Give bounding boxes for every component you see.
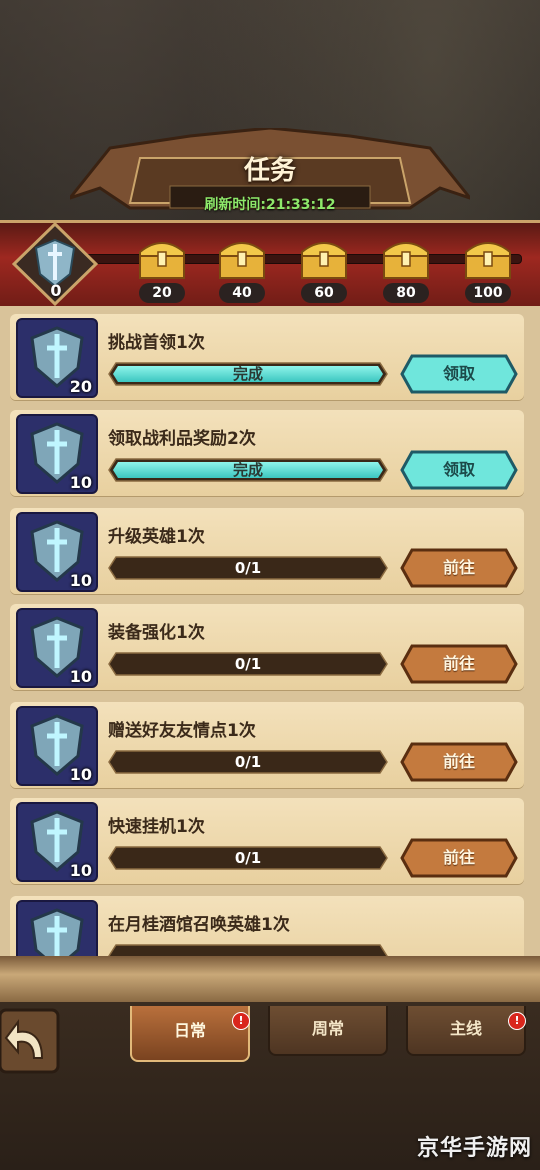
task-title: 领取战利品奖励2次 [108, 429, 256, 449]
alert-badge: ! [232, 1012, 250, 1030]
task-list[interactable]: 20 挑战首领1次 完成 领取 10 领取战利品奖励2次 完成 领取 10 升级英雄1次 0/1 前往… [0, 306, 540, 966]
chest-threshold-label: 20 [139, 283, 185, 303]
tab-weekly[interactable]: 周常 [268, 1006, 388, 1056]
claim-button[interactable]: 领取 [400, 354, 518, 394]
task-shield-icon: 10 [16, 802, 98, 882]
task-row: 20 挑战首领1次完成 领取 [10, 314, 524, 400]
chest-threshold-label: 60 [301, 283, 347, 303]
task-title: 升级英雄1次 [108, 527, 205, 547]
button-label: 前往 [442, 848, 475, 867]
task-reward-points: 10 [69, 473, 92, 492]
task-title: 挑战首领1次 [108, 333, 205, 353]
chest-icon[interactable] [134, 232, 190, 282]
task-reward-points: 10 [69, 861, 92, 880]
back-arrow-icon[interactable] [0, 1006, 62, 1076]
task-row: 10 装备强化1次 0/1 前往 [10, 604, 524, 690]
bottom-frame [0, 956, 540, 1002]
task-row: 10 领取战利品奖励2次完成 领取 [10, 410, 524, 496]
chest-threshold-label: 100 [465, 283, 511, 303]
button-label: 前往 [442, 558, 475, 577]
task-reward-points: 10 [69, 571, 92, 590]
task-title: 在月桂酒馆召唤英雄1次 [108, 915, 290, 935]
task-title: 装备强化1次 [108, 623, 205, 643]
go-button[interactable]: 前往 [400, 838, 518, 878]
task-shield-icon: 10 [16, 414, 98, 494]
task-shield-icon: 10 [16, 608, 98, 688]
task-row: 10 赠送好友友情点1次 0/1 前往 [10, 702, 524, 788]
chest-icon[interactable] [214, 232, 270, 282]
task-progress-text: 完成 [232, 365, 263, 383]
tab-main[interactable]: 主线 [406, 1006, 526, 1056]
task-shield-icon: 10 [16, 512, 98, 592]
claim-button[interactable]: 领取 [400, 450, 518, 490]
refresh-time: 刷新时间:21:33:12 [204, 197, 336, 213]
task-title: 赠送好友友情点1次 [108, 721, 256, 741]
go-button[interactable]: 前往 [400, 742, 518, 782]
task-row: 10 快速挂机1次 0/1 前往 [10, 798, 524, 884]
button-label: 领取 [442, 364, 475, 383]
task-reward-points: 20 [69, 377, 92, 396]
chest-icon[interactable] [378, 232, 434, 282]
chest-icon[interactable] [296, 232, 352, 282]
page-title: 任务 [243, 156, 296, 186]
watermark-text: 京华手游网 [416, 1136, 532, 1161]
tab-label: 周常 [311, 1019, 344, 1038]
task-progress-text: 0/1 [234, 559, 262, 577]
tab-label: 日常 [173, 1021, 206, 1040]
go-button[interactable]: 前往 [400, 644, 518, 684]
alert-badge: ! [508, 1012, 526, 1030]
task-progress-text: 0/1 [234, 753, 262, 771]
button-label: 前往 [442, 752, 475, 771]
tab-daily[interactable]: 日常 [130, 1006, 250, 1062]
tab-label: 主线 [449, 1019, 482, 1038]
points-value: 0 [50, 281, 62, 300]
go-button[interactable]: 前往 [400, 548, 518, 588]
task-reward-points: 10 [69, 667, 92, 686]
chest-threshold-label: 80 [383, 283, 429, 303]
chest-threshold-label: 40 [219, 283, 265, 303]
task-shield-icon: 20 [16, 318, 98, 398]
task-progress-text: 0/1 [234, 655, 262, 673]
button-label: 前往 [442, 654, 475, 673]
task-progress-text: 0/1 [234, 849, 262, 867]
task-reward-points: 10 [69, 765, 92, 784]
chest-icon[interactable] [460, 232, 516, 282]
task-row: 10 升级英雄1次 0/1 前往 [10, 508, 524, 594]
task-progress-text: 完成 [232, 461, 263, 479]
task-shield-icon: 10 [16, 706, 98, 786]
button-label: 领取 [442, 460, 475, 479]
task-title: 快速挂机1次 [108, 817, 205, 837]
